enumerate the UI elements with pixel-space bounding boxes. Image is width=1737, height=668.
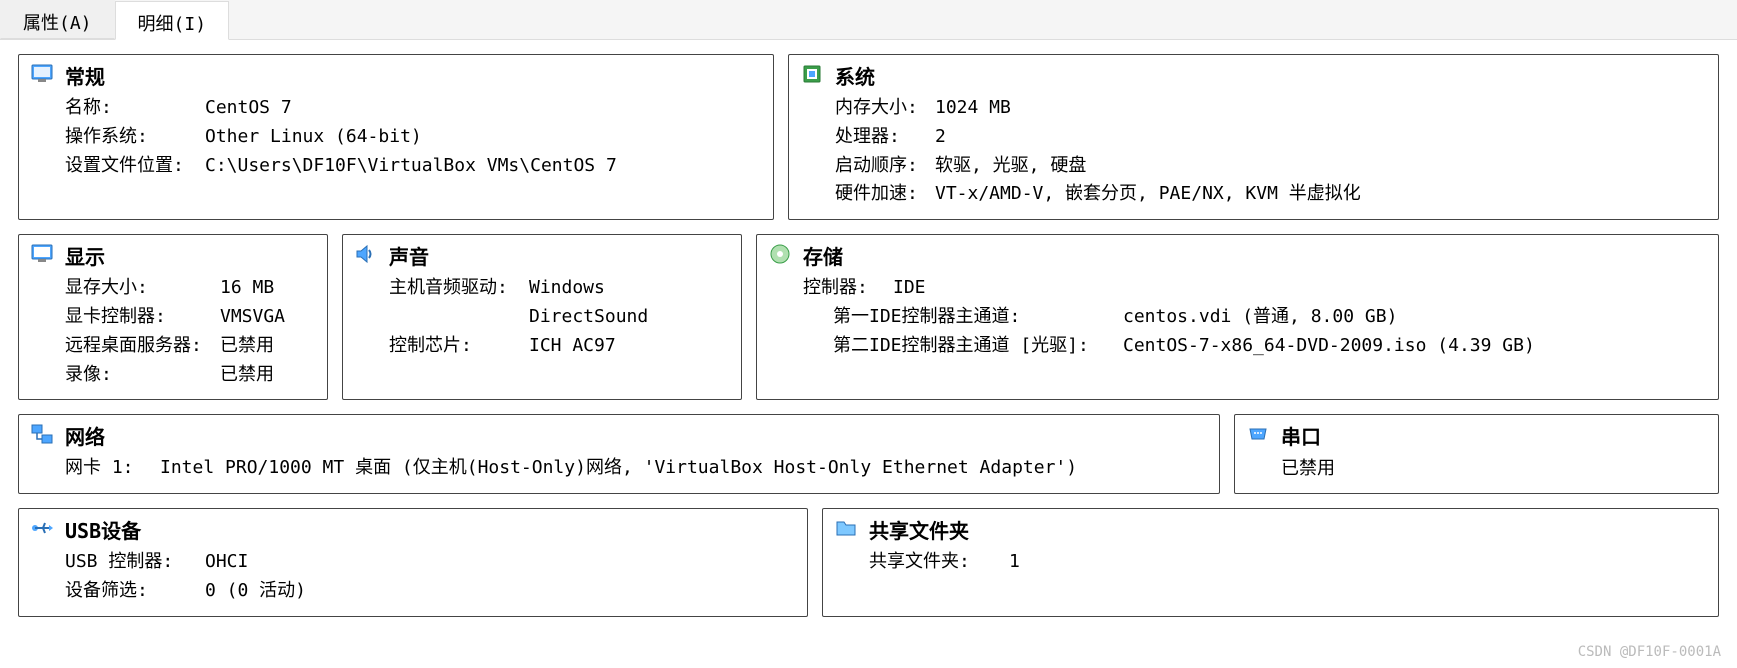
panel-audio: 声音 主机音频驱动:Windows DirectSound 控制芯片:ICH A… — [342, 234, 742, 400]
display-title: 显示 — [65, 241, 317, 270]
storage-ch1-value: centos.vdi (普通, 8.00 GB) — [1123, 303, 1397, 332]
mem-label: 内存大小: — [835, 94, 935, 123]
usb-ctrl-label: USB 控制器: — [65, 548, 205, 577]
audio-title: 声音 — [389, 241, 731, 270]
name-value: CentOS 7 — [205, 94, 292, 123]
usb-filter-label: 设备筛选: — [65, 577, 205, 606]
os-label: 操作系统: — [65, 123, 205, 152]
serial-status: 已禁用 — [1281, 454, 1708, 480]
shared-value: 1 — [1009, 548, 1020, 577]
panel-system: 系统 内存大小:1024 MB 处理器:2 启动顺序:软驱, 光驱, 硬盘 硬件… — [788, 54, 1719, 220]
storage-ch2-label: 第二IDE控制器主通道 [光驱]: — [833, 332, 1123, 361]
audio-driver-value: Windows DirectSound — [529, 274, 731, 332]
boot-label: 启动顺序: — [835, 152, 935, 181]
details-content: 常规 名称:CentOS 7 操作系统:Other Linux (64-bit)… — [0, 40, 1737, 645]
accel-value: VT-x/AMD-V, 嵌套分页, PAE/NX, KVM 半虚拟化 — [935, 180, 1361, 209]
panel-display: 显示 显存大小:16 MB 显卡控制器:VMSVGA 远程桌面服务器:已禁用 录… — [18, 234, 328, 400]
vram-label: 显存大小: — [65, 274, 220, 303]
vram-value: 16 MB — [220, 274, 274, 303]
tab-attributes[interactable]: 属性(A) — [0, 0, 115, 39]
audio-chip-value: ICH AC97 — [529, 332, 616, 361]
rdp-label: 远程桌面服务器: — [65, 332, 220, 361]
display-icon — [31, 243, 53, 265]
path-value: C:\Users\DF10F\VirtualBox VMs\CentOS 7 — [205, 152, 617, 181]
disk-icon — [769, 243, 791, 265]
accel-label: 硬件加速: — [835, 180, 935, 209]
gpu-value: VMSVGA — [220, 303, 285, 332]
panel-network: 网络 网卡 1:Intel PRO/1000 MT 桌面 (仅主机(Host-O… — [18, 414, 1220, 494]
rec-label: 录像: — [65, 361, 220, 390]
panel-serial: 串口 已禁用 — [1234, 414, 1719, 494]
chip-icon — [801, 63, 823, 85]
serial-port-icon — [1247, 423, 1269, 445]
gpu-label: 显卡控制器: — [65, 303, 220, 332]
audio-chip-label: 控制芯片: — [389, 332, 529, 361]
usb-filter-value: 0 (0 活动) — [205, 577, 306, 606]
shared-label: 共享文件夹: — [869, 548, 1009, 577]
speaker-icon — [355, 243, 377, 265]
shared-title: 共享文件夹 — [869, 515, 1708, 544]
panel-shared: 共享文件夹 共享文件夹:1 — [822, 508, 1719, 617]
storage-ch1-label: 第一IDE控制器主通道: — [833, 303, 1123, 332]
storage-ctrl-label: 控制器: — [803, 274, 893, 303]
storage-title: 存储 — [803, 241, 1708, 270]
usb-title: USB设备 — [65, 515, 797, 544]
storage-ctrl-value: IDE — [893, 274, 926, 303]
tab-details[interactable]: 明细(I) — [115, 1, 230, 40]
name-label: 名称: — [65, 94, 205, 123]
storage-ch2-value: CentOS-7-x86_64-DVD-2009.iso (4.39 GB) — [1123, 332, 1535, 361]
monitor-icon — [31, 63, 53, 85]
boot-value: 软驱, 光驱, 硬盘 — [935, 152, 1086, 181]
panel-general: 常规 名称:CentOS 7 操作系统:Other Linux (64-bit)… — [18, 54, 774, 220]
serial-title: 串口 — [1281, 421, 1708, 450]
os-value: Other Linux (64-bit) — [205, 123, 422, 152]
nic-label: 网卡 1: — [65, 454, 160, 483]
rec-value: 已禁用 — [220, 361, 274, 390]
panel-storage: 存储 控制器:IDE 第一IDE控制器主通道:centos.vdi (普通, 8… — [756, 234, 1719, 400]
path-label: 设置文件位置: — [65, 152, 205, 181]
usb-icon — [31, 517, 53, 539]
system-title: 系统 — [835, 61, 1708, 90]
folder-icon — [835, 517, 857, 539]
network-title: 网络 — [65, 421, 1209, 450]
tab-bar: 属性(A) 明细(I) — [0, 0, 1737, 40]
nic-value: Intel PRO/1000 MT 桌面 (仅主机(Host-Only)网络, … — [160, 454, 1077, 483]
general-title: 常规 — [65, 61, 763, 90]
audio-driver-label: 主机音频驱动: — [389, 274, 529, 332]
cpu-label: 处理器: — [835, 123, 935, 152]
watermark: CSDN @DF10F-0001A — [1578, 644, 1721, 660]
mem-value: 1024 MB — [935, 94, 1011, 123]
rdp-value: 已禁用 — [220, 332, 274, 361]
network-icon — [31, 423, 53, 445]
panel-usb: USB设备 USB 控制器:OHCI 设备筛选:0 (0 活动) — [18, 508, 808, 617]
cpu-value: 2 — [935, 123, 946, 152]
usb-ctrl-value: OHCI — [205, 548, 248, 577]
